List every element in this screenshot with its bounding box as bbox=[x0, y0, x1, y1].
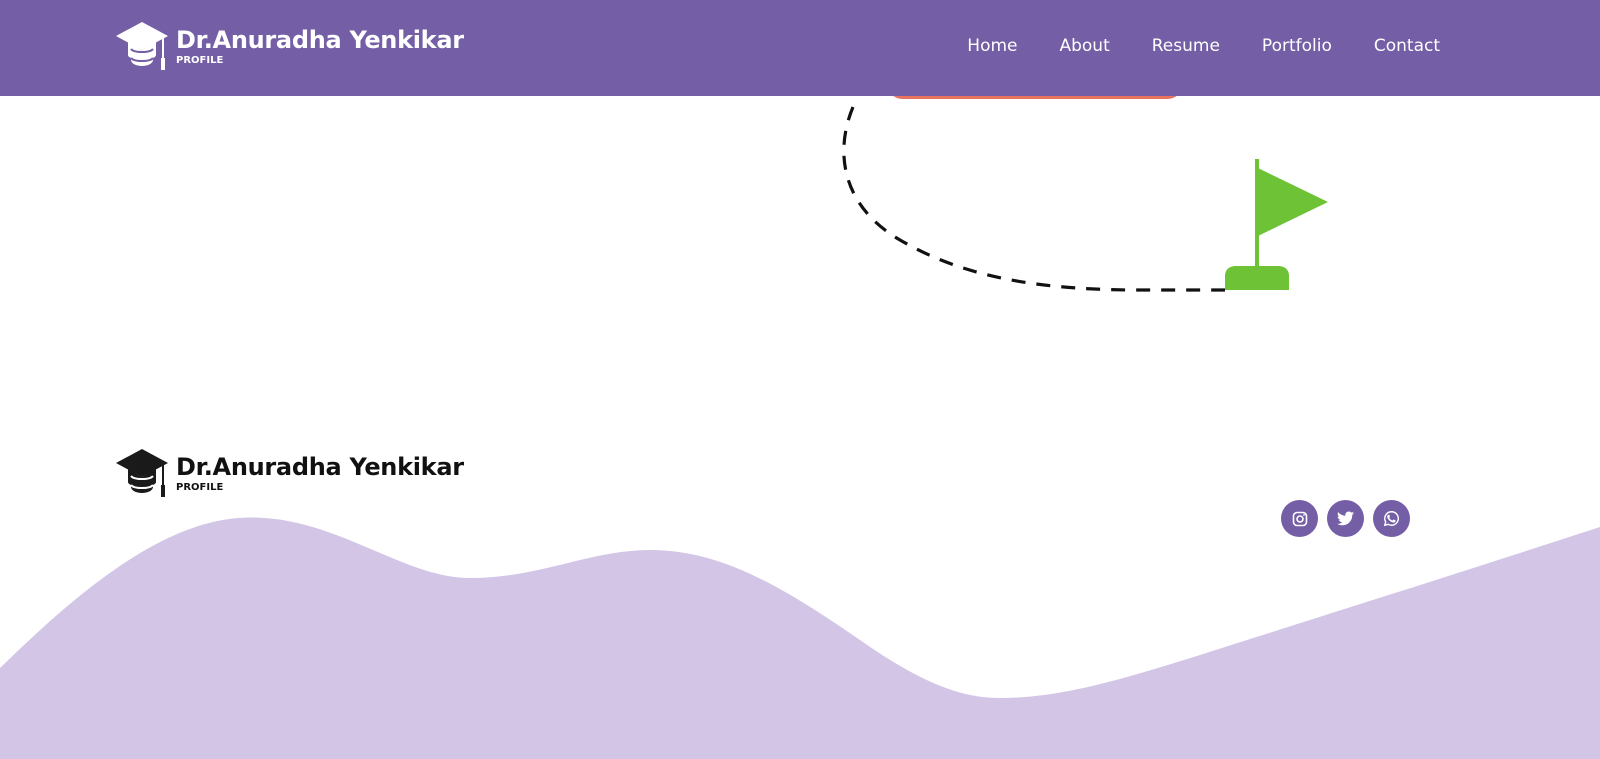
brand-text: Dr.Anuradha Yenkikar PROFILE bbox=[176, 26, 464, 67]
whatsapp-icon bbox=[1383, 511, 1399, 527]
nav-item-contact[interactable]: Contact bbox=[1374, 34, 1440, 58]
graduation-cap-icon bbox=[116, 449, 168, 497]
dashed-path bbox=[842, 106, 1225, 292]
footer-brand-subtitle: PROFILE bbox=[176, 481, 224, 493]
footer-wave bbox=[0, 517, 1600, 759]
page: Dr.Anuradha Yenkikar PROFILE Home About … bbox=[0, 0, 1600, 759]
site-header: Dr.Anuradha Yenkikar PROFILE Home About … bbox=[0, 0, 1600, 96]
nav-item-resume[interactable]: Resume bbox=[1152, 34, 1220, 58]
nav-item-portfolio[interactable]: Portfolio bbox=[1262, 34, 1332, 58]
main-nav: Home About Resume Portfolio Contact bbox=[925, 34, 1440, 58]
social-links bbox=[1281, 500, 1419, 537]
footer-brand[interactable]: Dr.Anuradha Yenkikar PROFILE bbox=[116, 447, 464, 499]
goal-flag-icon bbox=[1225, 159, 1328, 290]
graduation-cap-icon bbox=[116, 22, 168, 70]
header-brand-link[interactable]: Dr.Anuradha Yenkikar PROFILE bbox=[116, 20, 464, 72]
brand-subtitle: PROFILE bbox=[176, 54, 224, 66]
instagram-button[interactable] bbox=[1281, 500, 1318, 537]
footer-brand-name: Dr.Anuradha Yenkikar bbox=[176, 452, 464, 481]
twitter-button[interactable] bbox=[1327, 500, 1364, 537]
instagram-icon bbox=[1292, 511, 1307, 526]
nav-item-about[interactable]: About bbox=[1059, 34, 1109, 58]
nav-item-home[interactable]: Home bbox=[967, 34, 1017, 58]
brand-name: Dr.Anuradha Yenkikar bbox=[176, 25, 464, 54]
twitter-icon bbox=[1337, 511, 1354, 526]
whatsapp-button[interactable] bbox=[1373, 500, 1410, 537]
footer-brand-text: Dr.Anuradha Yenkikar PROFILE bbox=[176, 453, 464, 494]
